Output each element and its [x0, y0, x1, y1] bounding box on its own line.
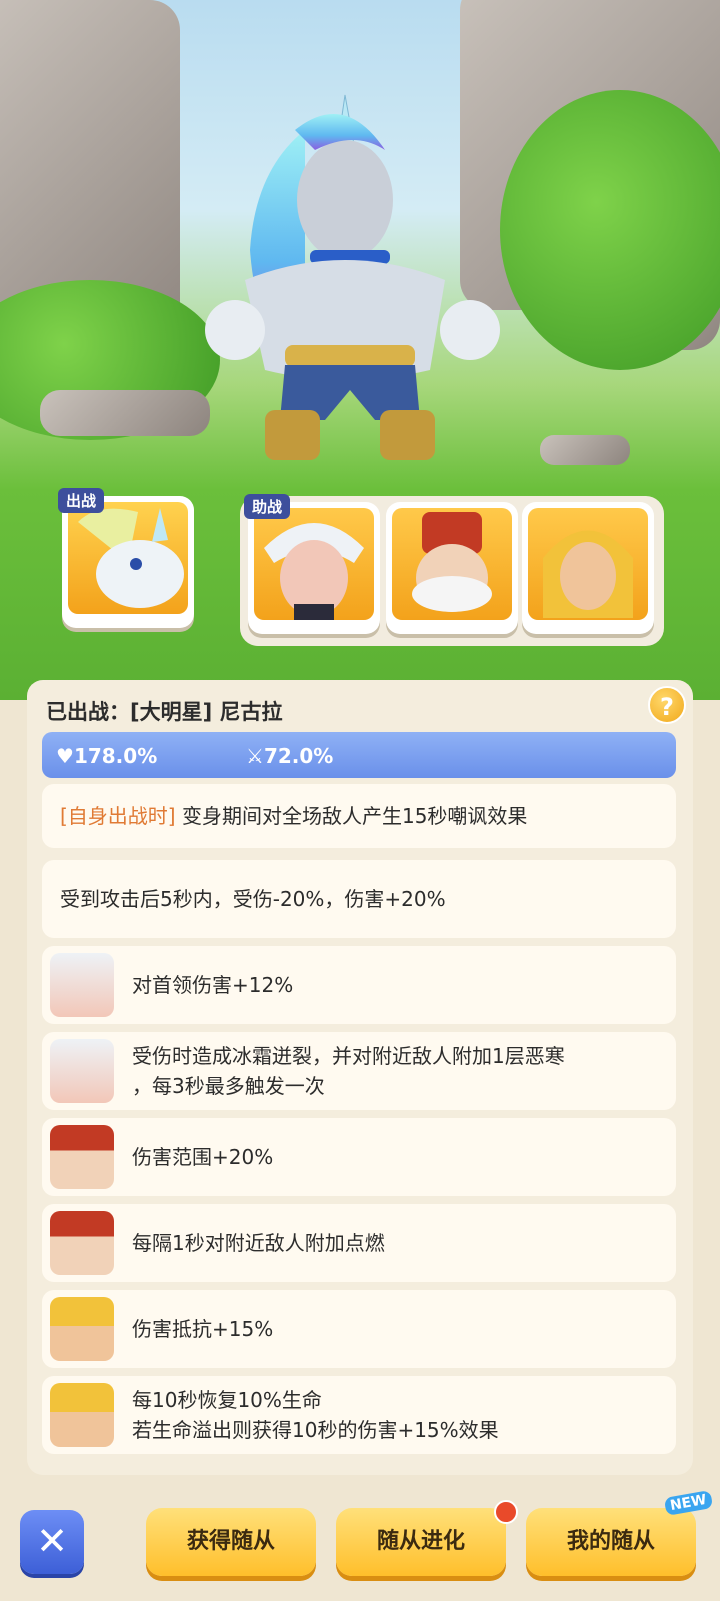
skill-card-1: [自身出战时] 变身期间对全场敌人产生15秒嘲讽效果 [42, 784, 676, 848]
my-followers-button[interactable]: 我的随从 [526, 1508, 696, 1576]
stat-bar: ♥178.0% ⚔72.0% [42, 732, 676, 778]
white-hair-hero-portrait [254, 508, 374, 620]
attack-stat: ⚔72.0% [246, 744, 334, 768]
stone-left [40, 390, 210, 436]
golden-helmet-warrior-portrait [528, 508, 648, 620]
skill-text: 受到攻击后5秒内，受伤-20%，伤害+20% [60, 887, 446, 911]
help-icon[interactable]: ? [648, 686, 686, 724]
assist-slot-2[interactable] [386, 502, 518, 634]
hp-stat: ♥178.0% [56, 744, 158, 768]
heart-icon: ♥ [56, 744, 74, 768]
skill-text: 受伤时造成冰霜迸裂，并对附近敌人附加1层恶寒 ，每3秒最多触发一次 [132, 1044, 565, 1098]
skill-text: 伤害范围+20% [132, 1145, 274, 1169]
new-badge: NEW [663, 1490, 713, 1516]
white-hair-hero-icon [50, 953, 114, 1017]
skill-card-7: 伤害抵抗+15% [42, 1290, 676, 1368]
main-hero-slot[interactable]: 出战 [58, 488, 210, 646]
assist-tag: 助战 [244, 494, 291, 519]
golden-helmet-warrior-icon [50, 1383, 114, 1447]
evolve-follower-button[interactable]: 随从进化 [336, 1508, 506, 1576]
assist-slot-3[interactable] [522, 502, 654, 634]
skill-text: [自身出战时] 变身期间对全场敌人产生15秒嘲讽效果 [60, 804, 528, 828]
skill-card-2: 受到攻击后5秒内，受伤-20%，伤害+20% [42, 860, 676, 938]
red-hat-old-man-icon [50, 1125, 114, 1189]
white-hair-hero-icon [50, 1039, 114, 1103]
assist-slot-1[interactable]: 助战 [244, 494, 380, 634]
golden-helmet-warrior-icon [50, 1297, 114, 1361]
skill-text: 对首领伤害+12% [132, 973, 294, 997]
assist-panel: 助战 [240, 494, 664, 646]
main-hero-card[interactable]: 出战 [58, 488, 194, 628]
skill-text: 每10秒恢复10%生命 若生命溢出则获得10秒的伤害+15%效果 [132, 1388, 499, 1442]
red-hat-old-man-portrait [392, 508, 512, 620]
skill-card-4: 受伤时造成冰霜迸裂，并对附近敌人附加1层恶寒 ，每3秒最多触发一次 [42, 1032, 676, 1110]
close-icon: ✕ [36, 1519, 68, 1563]
skill-text: 伤害抵抗+15% [132, 1317, 274, 1341]
skill-text: 每隔1秒对附近敌人附加点燃 [132, 1231, 385, 1255]
red-hat-old-man-icon [50, 1211, 114, 1275]
notification-dot [494, 1500, 518, 1524]
unicorn-portrait [68, 502, 188, 614]
bush-right [500, 90, 720, 370]
skill-card-3: 对首领伤害+12% [42, 946, 676, 1024]
skill-card-8: 每10秒恢复10%生命 若生命溢出则获得10秒的伤害+15%效果 [42, 1376, 676, 1454]
sword-icon: ⚔ [246, 744, 264, 768]
active-hero-title: 已出战：[大明星] 尼古拉 [46, 700, 283, 724]
unicorn-hero-figure [205, 94, 500, 460]
stone-right [540, 435, 630, 465]
skill-card-6: 每隔1秒对附近敌人附加点燃 [42, 1204, 676, 1282]
main-tag: 出战 [58, 488, 105, 513]
skill-trigger-label: [自身出战时] [60, 804, 176, 828]
skill-card-5: 伤害范围+20% [42, 1118, 676, 1196]
close-button[interactable]: ✕ [20, 1510, 84, 1574]
get-follower-button[interactable]: 获得随从 [146, 1508, 316, 1576]
